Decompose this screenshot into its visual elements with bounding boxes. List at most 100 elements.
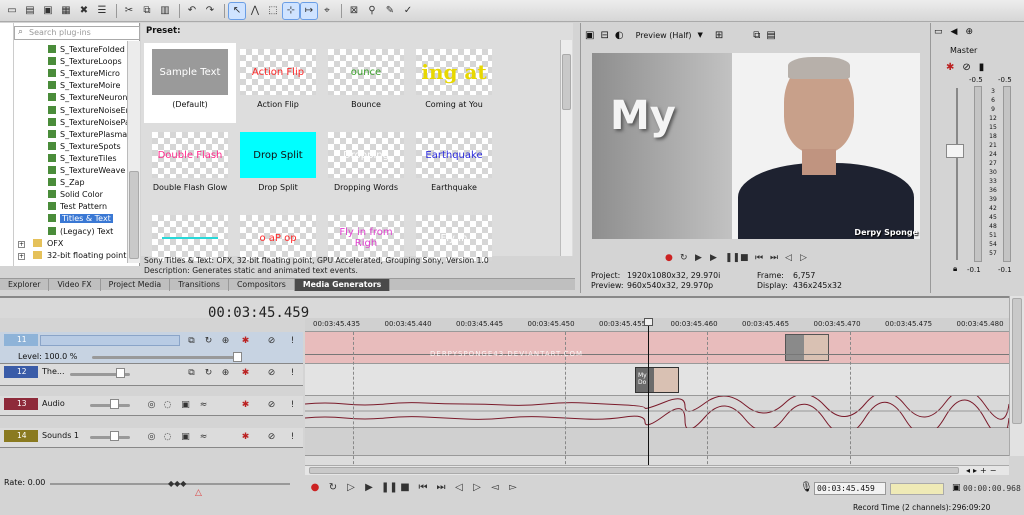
- preset-item[interactable]: Dropping Dropping Words: [320, 126, 412, 206]
- playhead-cursor[interactable]: [648, 320, 649, 465]
- go-start-icon[interactable]: ⏮: [755, 253, 763, 263]
- tree-item[interactable]: S_TextureNoiseEmb: [48, 105, 138, 117]
- insert-fx-icon[interactable]: ⊕: [965, 27, 973, 37]
- tree-item[interactable]: S_TextureNoisePain: [48, 117, 137, 129]
- timeline-vscroll[interactable]: [1009, 296, 1024, 456]
- copy-snapshot-icon[interactable]: ⧉: [753, 30, 760, 41]
- fx-icon[interactable]: ⊕: [220, 368, 231, 379]
- tab-media-generators[interactable]: Media Generators: [294, 279, 391, 291]
- next-frame-icon[interactable]: ▷: [800, 253, 807, 263]
- tree-item[interactable]: S_TextureLoops: [48, 56, 122, 68]
- track-11-level-slider[interactable]: [92, 356, 242, 359]
- tree-item[interactable]: S_TextureWeave: [48, 165, 125, 177]
- go-start-icon[interactable]: ⏮: [417, 482, 429, 494]
- selection-length-field[interactable]: 00:00:00.968: [963, 483, 1021, 496]
- track-12-level-knob[interactable]: [116, 368, 125, 378]
- preset-item[interactable]: ing at Coming at You: [408, 43, 500, 123]
- master-fx-icon[interactable]: ✱: [946, 62, 954, 73]
- grid-icon[interactable]: ⊞: [715, 30, 723, 41]
- cursor-time-field[interactable]: 00:03:45.459: [814, 482, 886, 495]
- tab-project-media[interactable]: Project Media: [101, 279, 171, 291]
- new-icon[interactable]: ▭: [4, 3, 20, 19]
- track-fx-icon[interactable]: ✱: [240, 336, 251, 347]
- properties-icon[interactable]: ☰: [94, 3, 110, 19]
- track-13-volume-knob[interactable]: [110, 399, 119, 409]
- preset-item[interactable]: ounce Bounce: [320, 43, 412, 123]
- preset-item[interactable]: Earthquake Earthquake: [408, 126, 500, 206]
- snapping-icon[interactable]: ⊹: [282, 1, 300, 20]
- options-icon[interactable]: ✓: [400, 3, 416, 19]
- tree-item[interactable]: Titles & Text: [48, 213, 113, 225]
- mute-icon[interactable]: ⊘: [266, 368, 277, 379]
- prev-frame-icon[interactable]: ◁: [453, 482, 465, 494]
- lock-icon[interactable]: 🔒︎: [953, 264, 957, 274]
- save-as-icon[interactable]: ▦: [58, 3, 74, 19]
- track-11-lane[interactable]: [305, 332, 1009, 364]
- play-icon[interactable]: ▶: [710, 253, 717, 263]
- tree-item[interactable]: S_Zap: [48, 177, 85, 189]
- preview-settings-icon[interactable]: ▣: [585, 30, 594, 41]
- track-fx-icon[interactable]: ✱: [240, 368, 251, 379]
- invert-phase-icon[interactable]: ◌: [162, 432, 173, 443]
- track-12-lane[interactable]: My Do: [305, 364, 1009, 396]
- solo-icon[interactable]: !: [287, 432, 298, 443]
- open-icon[interactable]: ▤: [22, 3, 38, 19]
- envelope-tool-icon[interactable]: ⋀: [247, 3, 263, 19]
- zoom-icon[interactable]: ⚲: [364, 3, 380, 19]
- tab-compositors[interactable]: Compositors: [229, 279, 295, 291]
- tab-transitions[interactable]: Transitions: [170, 279, 229, 291]
- track-12-header[interactable]: 12 The...: [0, 364, 303, 386]
- rate-knob-icon[interactable]: ◆◆◆: [168, 479, 186, 488]
- mixer-window-icon[interactable]: ▭: [934, 27, 943, 37]
- automation-icon[interactable]: ≈: [198, 432, 209, 443]
- track-12-name[interactable]: The...: [40, 366, 65, 378]
- preset-item[interactable]: Action Flip Action Flip: [232, 43, 324, 123]
- preset-scrollbar[interactable]: [560, 40, 572, 256]
- record-icon[interactable]: ●: [309, 482, 321, 494]
- zoom-out-icon[interactable]: −: [990, 466, 997, 475]
- preview-quality-dropdown[interactable]: Preview (Half): [636, 31, 692, 40]
- tree-item[interactable]: S_TextureMoire: [48, 80, 120, 92]
- compositing-icon[interactable]: ↻: [203, 336, 214, 347]
- split-screen-icon[interactable]: ⊟: [600, 30, 608, 41]
- audio-fx-icon[interactable]: ✱: [240, 400, 251, 411]
- audio-fx-icon[interactable]: ✱: [240, 432, 251, 443]
- compositing-icon[interactable]: ↻: [203, 368, 214, 379]
- auto-ripple-icon[interactable]: ↦: [300, 1, 318, 20]
- pause-icon[interactable]: ❚❚: [725, 253, 740, 263]
- mic-icon[interactable]: 🎙︎: [800, 482, 813, 493]
- track-12-clip[interactable]: My Do: [635, 367, 679, 393]
- play-from-start-icon[interactable]: ▶: [695, 253, 702, 263]
- fx-bypass-icon[interactable]: ▣: [180, 400, 191, 411]
- track-motion-icon[interactable]: ⧉: [186, 368, 197, 379]
- overlays-icon[interactable]: ◐: [615, 30, 624, 41]
- loop-icon[interactable]: ↻: [327, 482, 339, 494]
- track-11-clip[interactable]: [785, 334, 829, 361]
- normal-edit-tool-icon[interactable]: ↖: [228, 1, 246, 20]
- mute-icon[interactable]: ⊘: [266, 432, 277, 443]
- explorer-scrollbar[interactable]: [127, 41, 140, 263]
- track-14-volume-knob[interactable]: [110, 431, 119, 441]
- paste-icon[interactable]: ▥: [157, 3, 173, 19]
- solo-icon[interactable]: !: [287, 336, 298, 347]
- track-11-level-knob[interactable]: [233, 352, 242, 362]
- slow-icon[interactable]: ◅: [489, 482, 501, 494]
- play-from-start-icon[interactable]: ▷: [345, 482, 357, 494]
- tree-item[interactable]: (Legacy) Text: [48, 226, 113, 238]
- tree-item[interactable]: S_TextureMicro: [48, 68, 120, 80]
- zoom-in-icon[interactable]: +: [980, 466, 987, 475]
- solo-icon[interactable]: !: [287, 400, 298, 411]
- track-13-lane[interactable]: [304, 389, 1010, 438]
- speaker-icon[interactable]: ◀: [951, 27, 958, 37]
- track-11-header[interactable]: 11 Level: 100.0 %: [0, 332, 303, 364]
- pause-icon[interactable]: ❚❚: [381, 482, 398, 494]
- go-end-icon[interactable]: ⏭: [435, 482, 447, 494]
- preset-item[interactable]: Double Flash Double Flash Glow: [144, 126, 236, 206]
- redo-icon[interactable]: ↷: [202, 3, 218, 19]
- fx-bypass-icon[interactable]: ▣: [180, 432, 191, 443]
- mute-icon[interactable]: ⊘: [266, 336, 277, 347]
- timeline-hscroll[interactable]: [305, 465, 1009, 475]
- zoom-left-icon[interactable]: ◂: [966, 466, 970, 475]
- expand-icon[interactable]: +: [18, 240, 25, 248]
- solo-icon[interactable]: ▮: [979, 62, 985, 73]
